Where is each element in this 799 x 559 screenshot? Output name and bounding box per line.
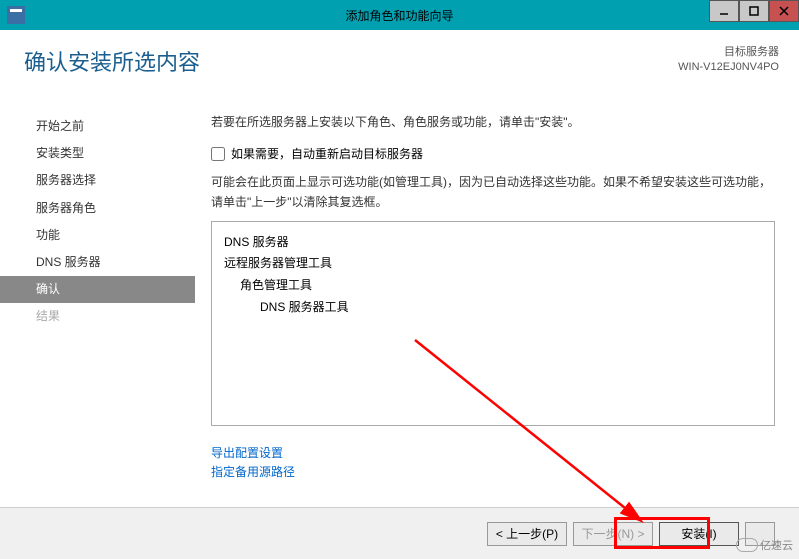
nav-dns-server[interactable]: DNS 服务器 <box>0 249 195 276</box>
page-title: 确认安装所选内容 <box>24 45 200 77</box>
restart-checkbox-row: 如果需要，自动重新启动目标服务器 <box>211 145 775 162</box>
nav-confirm[interactable]: 确认 <box>0 276 195 303</box>
item-remote-tools: 远程服务器管理工具 <box>224 253 762 275</box>
window-controls <box>709 0 799 22</box>
watermark-text: 亿速云 <box>760 537 793 553</box>
export-config-link[interactable]: 导出配置设置 <box>211 444 775 463</box>
selected-items-box: DNS 服务器 远程服务器管理工具 角色管理工具 DNS 服务器工具 <box>211 221 775 426</box>
app-icon <box>4 3 28 27</box>
minimize-button[interactable] <box>709 0 739 22</box>
target-server: WIN-V12EJ0NV4PO <box>678 60 779 75</box>
item-dns-server: DNS 服务器 <box>224 232 762 254</box>
links-section: 导出配置设置 指定备用源路径 <box>211 444 775 482</box>
content-area: 开始之前 安装类型 服务器选择 服务器角色 功能 DNS 服务器 确认 结果 若… <box>0 30 799 507</box>
header: 确认安装所选内容 目标服务器 WIN-V12EJ0NV4PO <box>24 45 779 77</box>
target-info: 目标服务器 WIN-V12EJ0NV4PO <box>678 45 779 76</box>
button-bar: < 上一步(P) 下一步(N) > 安装(I) <box>0 507 799 559</box>
item-dns-tools: DNS 服务器工具 <box>224 297 762 319</box>
nav-server-select[interactable]: 服务器选择 <box>0 167 195 194</box>
nav-before-begin[interactable]: 开始之前 <box>0 113 195 140</box>
note-text: 可能会在此页面上显示可选功能(如管理工具)，因为已自动选择这些功能。如果不希望安… <box>211 172 775 213</box>
alt-source-link[interactable]: 指定备用源路径 <box>211 463 775 482</box>
intro-text: 若要在所选服务器上安装以下角色、角色服务或功能，请单击"安装"。 <box>211 113 775 131</box>
install-button[interactable]: 安装(I) <box>659 522 739 546</box>
window-title: 添加角色和功能向导 <box>345 7 453 24</box>
nav-results: 结果 <box>0 303 195 330</box>
nav-install-type[interactable]: 安装类型 <box>0 140 195 167</box>
watermark: 亿速云 <box>736 537 793 553</box>
next-button: 下一步(N) > <box>573 522 653 546</box>
restart-checkbox-label: 如果需要，自动重新启动目标服务器 <box>231 145 423 162</box>
restart-checkbox[interactable] <box>211 147 225 161</box>
nav-server-roles[interactable]: 服务器角色 <box>0 195 195 222</box>
sidebar: 开始之前 安装类型 服务器选择 服务器角色 功能 DNS 服务器 确认 结果 <box>0 48 195 507</box>
maximize-button[interactable] <box>739 0 769 22</box>
prev-button[interactable]: < 上一步(P) <box>487 522 567 546</box>
item-role-tools: 角色管理工具 <box>224 275 762 297</box>
nav-features[interactable]: 功能 <box>0 222 195 249</box>
target-label: 目标服务器 <box>678 45 779 60</box>
watermark-icon <box>736 538 758 552</box>
titlebar: 添加角色和功能向导 <box>0 0 799 30</box>
main-panel: 若要在所选服务器上安装以下角色、角色服务或功能，请单击"安装"。 如果需要，自动… <box>195 48 799 507</box>
close-button[interactable] <box>769 0 799 22</box>
